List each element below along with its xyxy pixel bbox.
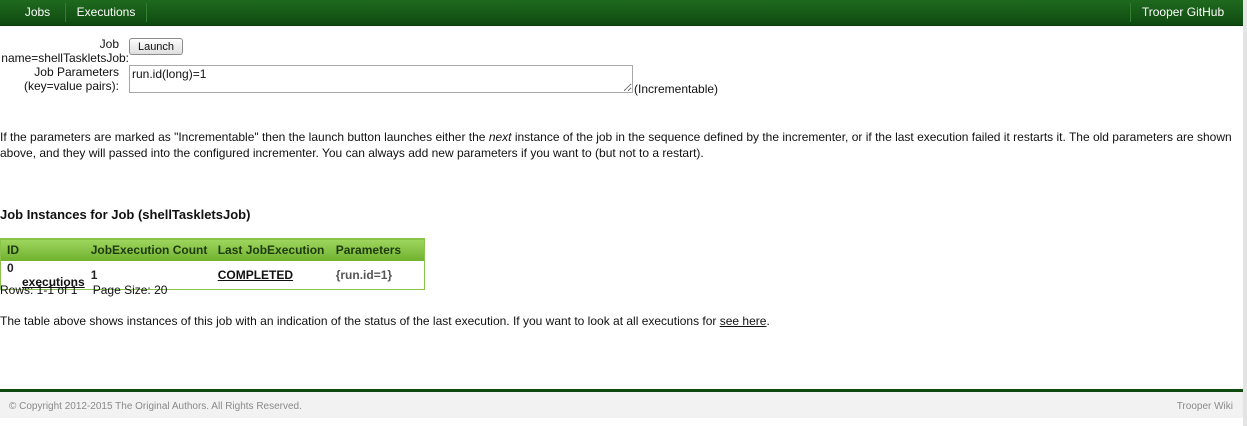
nav-jobs[interactable]: Jobs: [10, 0, 65, 25]
instances-note-text: The table above shows instances of this …: [0, 314, 720, 328]
job-label-line1: Job: [99, 37, 119, 51]
instance-id-value: 0: [7, 261, 14, 275]
job-parameters-input[interactable]: [129, 65, 633, 93]
footer: © Copyright 2012-2015 The Original Autho…: [0, 392, 1243, 418]
column-header-id: ID: [0, 238, 85, 261]
instance-parameters: {run.id=1}: [335, 268, 393, 282]
info-text-part1: If the parameters are marked as "Increme…: [0, 130, 489, 144]
column-header-parameters: Parameters: [329, 238, 425, 261]
job-name-label: Job name=shellTaskletsJob:: [0, 37, 129, 65]
scrollbar-track[interactable]: [1243, 0, 1247, 426]
incrementable-note: (Incrementable): [634, 82, 719, 96]
instances-info-text: The table above shows instances of this …: [0, 313, 1235, 329]
table-header-row: ID JobExecution Count Last JobExecution …: [0, 238, 425, 261]
column-header-jobexecution-count: JobExecution Count: [84, 238, 212, 261]
pagination-info: Rows: 1-1 of 1 Page Size: 20: [0, 283, 167, 297]
job-parameters-label: Job Parameters (key=value pairs):: [0, 65, 119, 93]
page-size: Page Size: 20: [92, 283, 168, 297]
info-text-emphasis: next: [488, 130, 512, 144]
rows-count: Rows: 1-1 of 1: [0, 283, 78, 297]
job-label-line2: name=shellTaskletsJob:: [1, 51, 129, 65]
nav-trooper-github[interactable]: Trooper GitHub: [1131, 0, 1235, 25]
params-label-line2: (key=value pairs):: [23, 79, 119, 93]
top-navbar: Jobs Executions Trooper GitHub: [0, 0, 1243, 26]
instances-note-suffix: .: [766, 314, 770, 328]
launch-button[interactable]: Launch: [129, 38, 183, 55]
params-label-line1: Job Parameters: [34, 65, 119, 79]
incrementable-info-text: If the parameters are marked as "Increme…: [0, 129, 1235, 161]
footer-trooper-wiki-link[interactable]: Trooper Wiki: [1177, 401, 1233, 412]
see-here-link[interactable]: see here: [720, 314, 767, 328]
instance-last-execution: COMPLETED: [212, 261, 330, 290]
nav-executions[interactable]: Executions: [66, 0, 146, 25]
job-instances-heading: Job Instances for Job (shellTaskletsJob): [0, 207, 251, 222]
column-header-last-jobexecution: Last JobExecution: [211, 238, 330, 261]
footer-copyright: © Copyright 2012-2015 The Original Autho…: [9, 401, 302, 412]
nav-separator: [146, 3, 147, 22]
last-execution-status-link[interactable]: COMPLETED: [218, 268, 293, 282]
